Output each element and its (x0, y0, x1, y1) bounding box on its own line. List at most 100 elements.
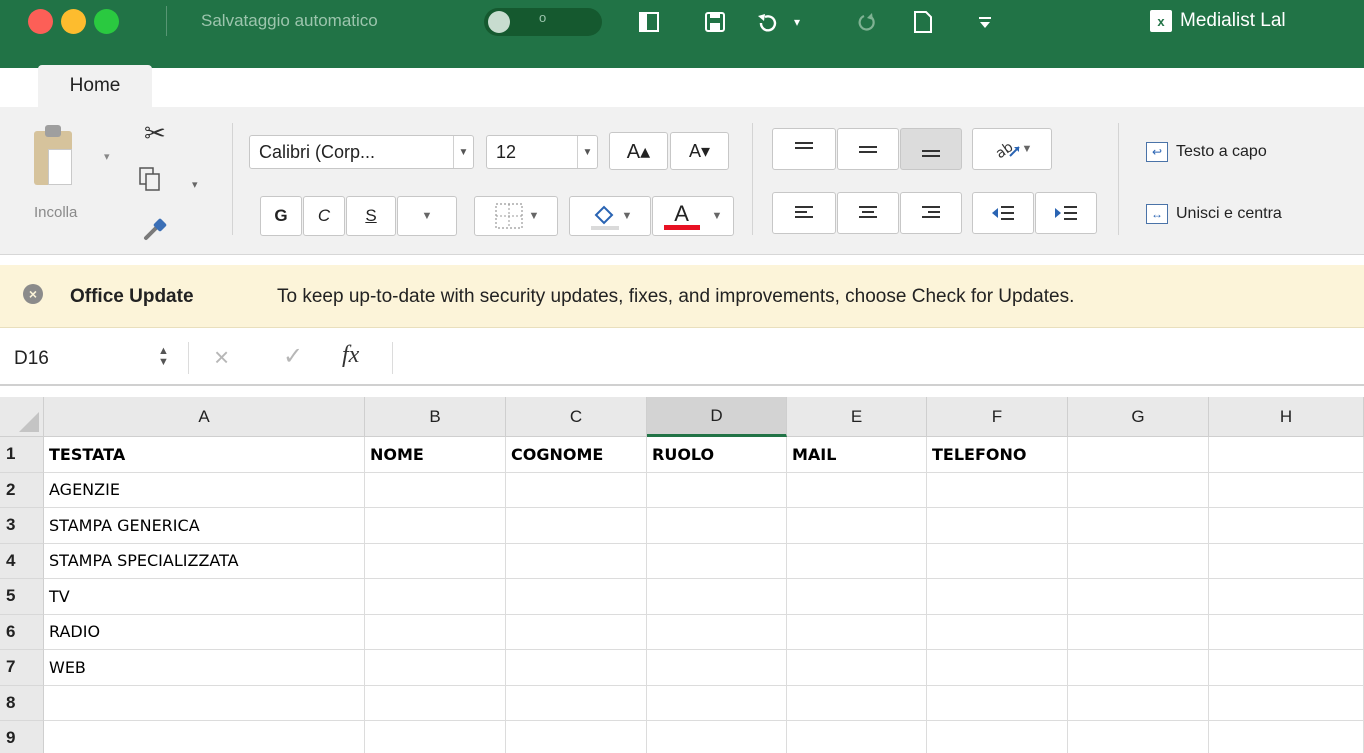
redo-icon[interactable] (850, 6, 884, 38)
cell-f4[interactable] (927, 543, 1068, 579)
cell-e6[interactable] (787, 614, 927, 650)
cell-d8[interactable] (647, 685, 787, 721)
cell-e4[interactable] (787, 543, 927, 579)
select-all-button[interactable] (0, 397, 44, 437)
row-header-3[interactable]: 3 (0, 508, 44, 544)
row-header-2[interactable]: 2 (0, 472, 44, 508)
cell-c8[interactable] (506, 685, 647, 721)
font-size-combobox[interactable]: 12 ▼ (486, 135, 598, 169)
cell-h5[interactable] (1209, 579, 1364, 615)
close-window-button[interactable] (28, 9, 53, 34)
align-center-button[interactable] (837, 192, 899, 234)
row-header-4[interactable]: 4 (0, 543, 44, 579)
cell-g8[interactable] (1068, 685, 1209, 721)
column-header-a[interactable]: A (44, 397, 365, 437)
save-icon[interactable] (698, 6, 732, 38)
cell-a7[interactable]: WEB (44, 650, 365, 686)
name-box[interactable]: D16 (14, 348, 49, 370)
cell-b7[interactable] (365, 650, 506, 686)
paste-dropdown-icon[interactable]: ▾ (104, 150, 110, 163)
zoom-window-button[interactable] (94, 9, 119, 34)
cell-c6[interactable] (506, 614, 647, 650)
grow-font-button[interactable]: A▴ (609, 132, 668, 170)
cell-b8[interactable] (365, 685, 506, 721)
cell-c7[interactable] (506, 650, 647, 686)
copy-dropdown-icon[interactable]: ▾ (192, 178, 198, 191)
cell-d4[interactable] (647, 543, 787, 579)
cell-b6[interactable] (365, 614, 506, 650)
column-header-b[interactable]: B (365, 397, 506, 437)
cell-b5[interactable] (365, 579, 506, 615)
tab-dati[interactable]: Dati (811, 72, 845, 94)
tab-layout-di-pagina[interactable]: Layout di pagina (354, 72, 493, 94)
cell-f2[interactable] (927, 472, 1068, 508)
align-bottom-button[interactable] (900, 128, 962, 170)
shrink-font-button[interactable]: A▾ (670, 132, 729, 170)
cell-b4[interactable] (365, 543, 506, 579)
cell-e9[interactable] (787, 721, 927, 753)
borders-button[interactable]: ▼ (474, 196, 558, 236)
wrap-text-button[interactable]: ↩ Testo a capo (1146, 142, 1267, 162)
cell-f9[interactable] (927, 721, 1068, 753)
cell-c4[interactable] (506, 543, 647, 579)
cell-a5[interactable]: TV (44, 579, 365, 615)
align-top-button[interactable] (772, 128, 836, 170)
font-name-combobox[interactable]: Calibri (Corp... ▼ (249, 135, 474, 169)
column-header-e[interactable]: E (787, 397, 927, 437)
cell-g6[interactable] (1068, 614, 1209, 650)
cell-h4[interactable] (1209, 543, 1364, 579)
cell-d5[interactable] (647, 579, 787, 615)
merge-center-button[interactable]: ↔ Unisci e centra (1146, 204, 1282, 224)
name-box-stepper[interactable]: ▲ ▼ (158, 346, 169, 368)
cell-a6[interactable]: RADIO (44, 614, 365, 650)
cell-d1[interactable]: RUOLO (647, 437, 787, 473)
cell-d9[interactable] (647, 721, 787, 753)
cell-a1[interactable]: TESTATA (44, 437, 365, 473)
cell-h7[interactable] (1209, 650, 1364, 686)
cell-a2[interactable]: AGENZIE (44, 472, 365, 508)
cell-g5[interactable] (1068, 579, 1209, 615)
close-icon[interactable]: × (23, 284, 43, 304)
increase-indent-button[interactable] (1035, 192, 1097, 234)
cell-g2[interactable] (1068, 472, 1209, 508)
row-header-5[interactable]: 5 (0, 579, 44, 615)
cell-b2[interactable] (365, 472, 506, 508)
cell-h3[interactable] (1209, 508, 1364, 544)
chevron-down-icon[interactable]: ▼ (453, 136, 473, 168)
confirm-formula-icon[interactable]: ✓ (283, 342, 303, 371)
cell-h6[interactable] (1209, 614, 1364, 650)
cell-e2[interactable] (787, 472, 927, 508)
format-painter-icon[interactable] (142, 216, 168, 248)
align-left-button[interactable] (772, 192, 836, 234)
cell-d6[interactable] (647, 614, 787, 650)
cell-f1[interactable]: TELEFONO (927, 437, 1068, 473)
cell-h8[interactable] (1209, 685, 1364, 721)
cell-e5[interactable] (787, 579, 927, 615)
cancel-formula-icon[interactable]: × (214, 342, 229, 373)
cell-e1[interactable]: MAIL (787, 437, 927, 473)
align-right-button[interactable] (900, 192, 962, 234)
cell-a8[interactable] (44, 685, 365, 721)
column-header-d[interactable]: D (647, 397, 787, 437)
underline-button[interactable]: S (346, 196, 396, 236)
cell-d3[interactable] (647, 508, 787, 544)
column-header-h[interactable]: H (1209, 397, 1364, 437)
cell-f8[interactable] (927, 685, 1068, 721)
cell-f6[interactable] (927, 614, 1068, 650)
cell-d2[interactable] (647, 472, 787, 508)
cell-g9[interactable] (1068, 721, 1209, 753)
cell-d7[interactable] (647, 650, 787, 686)
cell-e7[interactable] (787, 650, 927, 686)
cell-b9[interactable] (365, 721, 506, 753)
cell-h1[interactable] (1209, 437, 1364, 473)
cell-h2[interactable] (1209, 472, 1364, 508)
cell-c1[interactable]: COGNOME (506, 437, 647, 473)
cell-c5[interactable] (506, 579, 647, 615)
cell-g7[interactable] (1068, 650, 1209, 686)
chevron-down-icon[interactable]: ▼ (577, 136, 597, 168)
bold-button[interactable]: G (260, 196, 302, 236)
cell-g4[interactable] (1068, 543, 1209, 579)
cell-a3[interactable]: STAMPA GENERICA (44, 508, 365, 544)
row-header-9[interactable]: 9 (0, 721, 44, 753)
decrease-indent-button[interactable] (972, 192, 1034, 234)
